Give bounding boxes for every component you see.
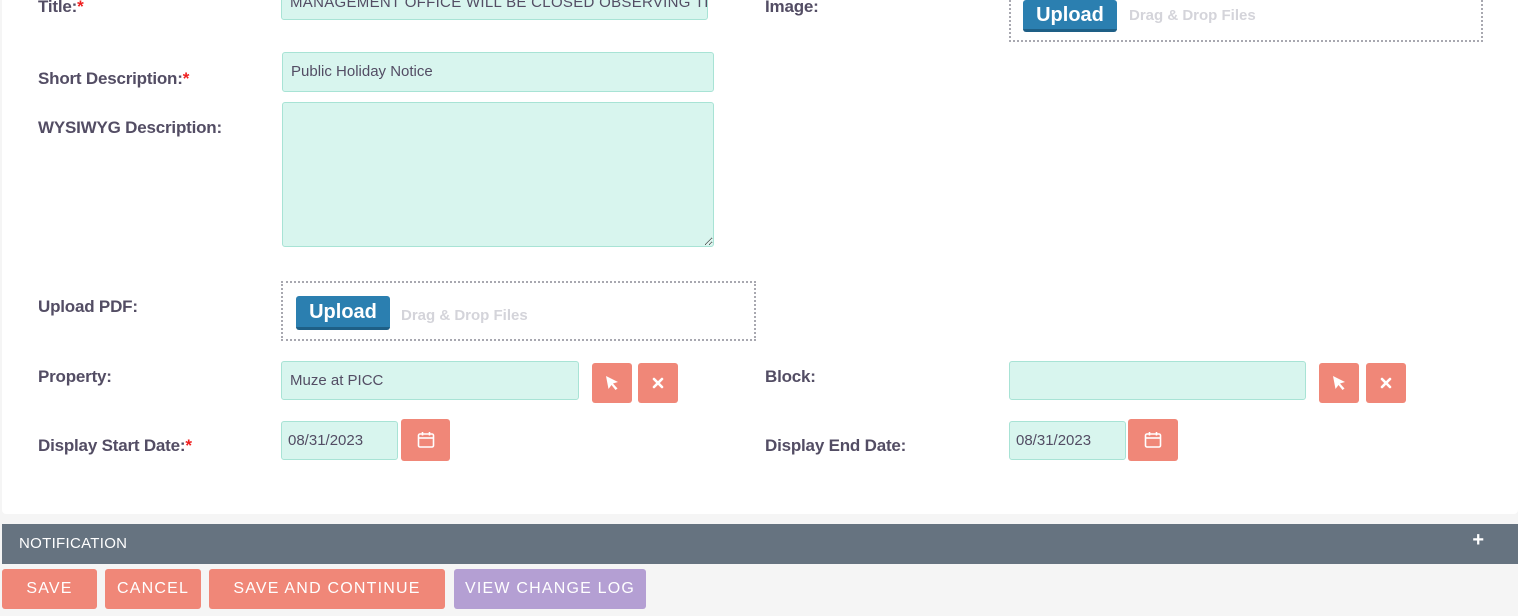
property-select-button[interactable] xyxy=(592,363,632,403)
upload-pdf-label: Upload PDF: xyxy=(38,297,138,316)
block-clear-button[interactable] xyxy=(1366,363,1406,403)
calendar-icon xyxy=(417,432,434,448)
close-icon xyxy=(1380,377,1392,389)
block-input[interactable] xyxy=(1009,361,1306,400)
image-label: Image: xyxy=(765,0,819,16)
expand-plus-icon[interactable]: + xyxy=(1472,529,1484,552)
calendar-icon xyxy=(1144,432,1162,448)
image-dropzone[interactable]: Upload Drag & Drop Files xyxy=(1009,0,1483,42)
display-end-date-label: Display End Date: xyxy=(765,436,907,455)
property-input[interactable]: Muze at PICC xyxy=(281,361,579,400)
pdf-drag-text: Drag & Drop Files xyxy=(401,307,528,324)
cancel-button[interactable]: CANCEL xyxy=(105,569,201,609)
cursor-arrow-icon xyxy=(1333,376,1345,390)
title-label: Title:* xyxy=(38,0,84,16)
save-and-continue-button[interactable]: SAVE AND CONTINUE xyxy=(209,569,445,609)
notification-title: NOTIFICATION xyxy=(19,535,128,552)
pdf-upload-button[interactable]: Upload xyxy=(296,296,390,330)
image-drag-text: Drag & Drop Files xyxy=(1129,7,1256,24)
property-clear-button[interactable] xyxy=(638,363,678,403)
block-label: Block: xyxy=(765,367,816,386)
notification-panel-header[interactable]: NOTIFICATION + xyxy=(2,524,1518,564)
cursor-arrow-icon xyxy=(606,376,618,390)
wysiwyg-label: WYSIWYG Description: xyxy=(38,118,222,137)
short-description-input[interactable]: Public Holiday Notice xyxy=(282,52,714,92)
close-icon xyxy=(652,377,664,389)
title-input[interactable]: MANAGEMENT OFFICE WILL BE CLOSED OBSERVI… xyxy=(281,0,708,20)
display-start-date-label: Display Start Date:* xyxy=(38,436,192,455)
short-description-label: Short Description:* xyxy=(38,69,190,88)
save-button[interactable]: SAVE xyxy=(2,569,97,609)
display-start-date-input[interactable]: 08/31/2023 xyxy=(281,421,398,460)
pdf-dropzone[interactable]: Upload Drag & Drop Files xyxy=(281,281,756,341)
block-select-button[interactable] xyxy=(1319,363,1359,403)
display-end-calendar-button[interactable] xyxy=(1128,419,1178,461)
property-label: Property: xyxy=(38,367,112,386)
display-start-calendar-button[interactable] xyxy=(401,419,450,461)
image-upload-button[interactable]: Upload xyxy=(1023,0,1117,32)
display-end-date-input[interactable]: 08/31/2023 xyxy=(1009,421,1126,460)
edit-panel xyxy=(2,0,1518,514)
view-change-log-button[interactable]: VIEW CHANGE LOG xyxy=(454,569,646,609)
wysiwyg-textarea[interactable] xyxy=(282,102,714,247)
